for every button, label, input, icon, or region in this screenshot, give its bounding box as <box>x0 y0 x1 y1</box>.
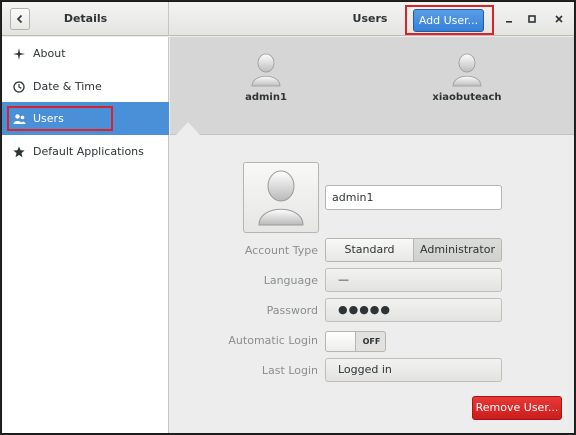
users-highlight <box>7 106 113 131</box>
minimize-icon <box>506 21 512 23</box>
password-label: Password <box>266 304 318 317</box>
close-icon <box>555 15 563 23</box>
switch-knob <box>326 332 356 351</box>
user-card-admin1[interactable]: admin1 <box>216 53 316 103</box>
settings-window: Details Users Add User... About Date & T… <box>1 1 575 434</box>
automatic-login-switch[interactable]: OFF <box>325 331 386 352</box>
account-type-switch: Standard Administrator <box>325 238 502 262</box>
user-avatar-icon <box>251 53 281 87</box>
maximize-button[interactable] <box>525 12 539 26</box>
sidebar: About Date & Time Users Default Applicat… <box>2 37 169 433</box>
users-panel: admin1 xiaobuteach admin1 Account Type S… <box>170 37 574 433</box>
language-label: Language <box>263 274 318 287</box>
details-title: Details <box>63 12 108 25</box>
selection-notch <box>176 122 200 135</box>
sidebar-item-date-time[interactable]: Date & Time <box>2 70 169 103</box>
sidebar-item-label: About <box>33 47 66 60</box>
remove-user-button[interactable]: Remove User... <box>472 396 562 420</box>
sidebar-item-label: Date & Time <box>33 80 102 93</box>
header-left-pane: Details <box>2 2 169 36</box>
user-name: xiaobuteach <box>432 92 502 103</box>
switch-state-label: OFF <box>362 337 381 346</box>
sidebar-item-users[interactable]: Users <box>2 102 169 135</box>
star-sparkle-icon <box>12 47 26 61</box>
page-title: Users <box>170 2 554 36</box>
header-bar: Details Users Add User... <box>2 2 574 36</box>
full-name-input[interactable]: admin1 <box>325 185 502 210</box>
language-button[interactable]: — <box>325 268 502 292</box>
sidebar-item-about[interactable]: About <box>2 37 169 70</box>
sidebar-item-default-applications[interactable]: Default Applications <box>2 135 169 168</box>
add-user-highlight: Add User... <box>405 5 494 35</box>
maximize-icon <box>528 15 536 23</box>
automatic-login-label: Automatic Login <box>228 334 318 347</box>
star-icon <box>12 145 26 159</box>
users-title: Users <box>352 12 388 25</box>
user-carousel: admin1 xiaobuteach <box>170 37 574 135</box>
user-name: admin1 <box>245 92 287 103</box>
password-button[interactable]: ●●●●● <box>325 298 502 322</box>
sidebar-item-label: Default Applications <box>33 145 144 158</box>
account-type-administrator[interactable]: Administrator <box>413 239 501 261</box>
user-avatar-icon <box>452 53 482 87</box>
last-login-label: Last Login <box>261 364 318 377</box>
user-picture-button[interactable] <box>243 162 319 233</box>
minimize-button[interactable] <box>502 12 516 26</box>
last-login-button[interactable]: Logged in <box>325 358 502 382</box>
account-type-standard[interactable]: Standard <box>326 239 413 261</box>
user-card-xiaobuteach[interactable]: xiaobuteach <box>417 53 517 103</box>
clock-icon <box>12 80 26 94</box>
add-user-button[interactable]: Add User... <box>413 9 484 32</box>
user-avatar-icon <box>258 170 304 225</box>
close-button[interactable] <box>552 12 566 26</box>
account-type-label: Account Type <box>244 244 318 257</box>
